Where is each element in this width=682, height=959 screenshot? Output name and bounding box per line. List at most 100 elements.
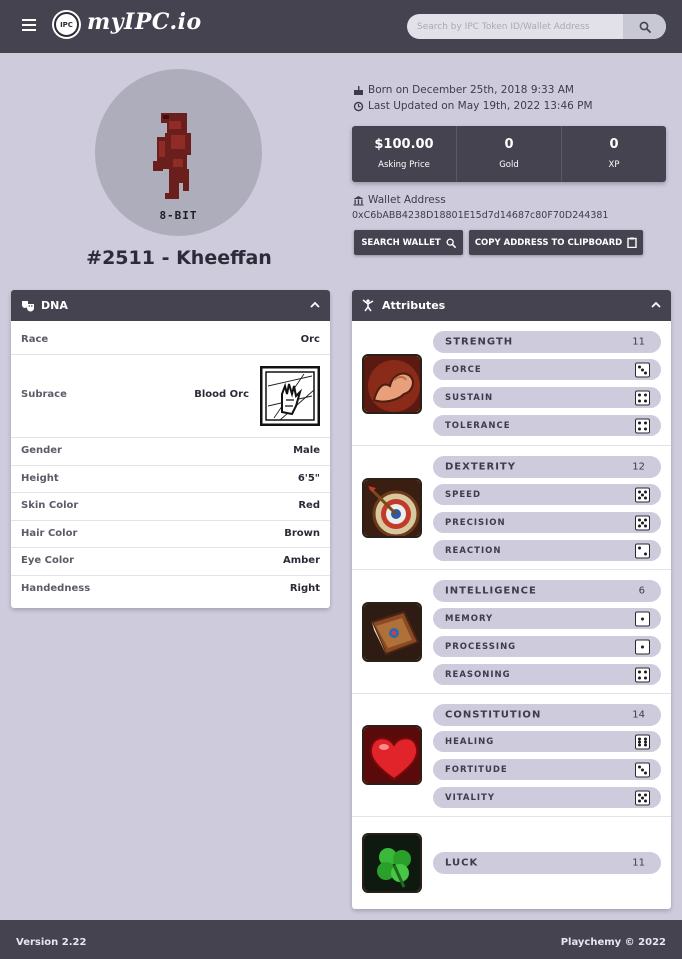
- dna-key: Hair Color: [21, 528, 78, 539]
- attribute-main-pill: INTELLIGENCE 6: [433, 580, 661, 602]
- sub-attribute-force: FORCE: [433, 359, 661, 380]
- born-line: Born on December 25th, 2018 9:33 AM: [353, 84, 574, 96]
- attribute-value: 11: [632, 857, 645, 869]
- sub-attribute-speed: SPEED: [433, 484, 661, 505]
- die-one-icon: [635, 611, 650, 626]
- logo-badge-icon[interactable]: IPC: [54, 12, 79, 37]
- top-bar: IPC myIPC.io: [0, 0, 682, 53]
- search-wallet-button[interactable]: SEARCH WALLET: [354, 230, 463, 255]
- stat-label: Gold: [499, 160, 519, 170]
- attribute-main-pill: CONSTITUTION 14: [433, 704, 661, 726]
- attribute-constitution: CONSTITUTION 14 HEALING FORTITUDE VITALIT…: [352, 694, 671, 817]
- attribute-luck: LUCK 11: [352, 817, 671, 909]
- bank-icon: [353, 195, 364, 205]
- attributes-panel-header[interactable]: Attributes: [352, 290, 671, 321]
- dna-key: Subrace: [21, 389, 67, 400]
- search-wallet-label: SEARCH WALLET: [361, 237, 441, 248]
- attribute-main-pill: STRENGTH 11: [433, 331, 661, 353]
- sub-attribute-name: TOLERANCE: [445, 420, 511, 431]
- archery-target-icon: [362, 478, 422, 538]
- dna-key: Handedness: [21, 583, 91, 594]
- dna-value: Male: [293, 445, 320, 456]
- dna-value: Right: [289, 583, 320, 594]
- ipc-avatar: 8-BIT: [95, 69, 262, 236]
- search-button[interactable]: [623, 14, 666, 39]
- sub-attribute-memory: MEMORY: [433, 608, 661, 629]
- sub-attribute-name: VITALITY: [445, 792, 495, 803]
- dna-value: Red: [298, 500, 320, 511]
- attribute-intelligence: INTELLIGENCE 6 MEMORY PROCESSING REASONIN…: [352, 570, 671, 694]
- copy-address-label: COPY ADDRESS TO CLIPBOARD: [474, 237, 623, 248]
- attribute-name: LUCK: [445, 857, 479, 869]
- dna-row-height: Height 6'5": [11, 466, 330, 493]
- dna-row-handedness: Handedness Right: [11, 576, 330, 604]
- footer: Version 2.22 Playchemy © 2022: [0, 920, 682, 959]
- die-six-icon: [635, 734, 650, 749]
- attribute-name: STRENGTH: [445, 336, 514, 348]
- chevron-up-icon[interactable]: [310, 301, 320, 308]
- ipc-name: #2511 - Kheeffan: [86, 247, 272, 269]
- wallet-label: Wallet Address: [368, 194, 446, 206]
- die-two-icon: [635, 543, 650, 558]
- search-input[interactable]: [407, 14, 623, 39]
- die-four-icon: [635, 667, 650, 682]
- wallet-address: 0xC6bABB4238D18801E15d7d14687c80F70D2443…: [352, 210, 609, 221]
- dna-key: Race: [21, 334, 49, 345]
- blood-orc-emblem-icon: [260, 366, 320, 426]
- dna-value: Amber: [282, 555, 320, 566]
- sub-attribute-name: HEALING: [445, 736, 495, 747]
- updated-text: Last Updated on May 19th, 2022 13:46 PM: [368, 100, 593, 112]
- dna-key: Skin Color: [21, 500, 79, 511]
- copy-address-button[interactable]: COPY ADDRESS TO CLIPBOARD: [469, 230, 643, 255]
- flexed-arm-icon: [362, 354, 422, 414]
- sub-attribute-name: PRECISION: [445, 517, 506, 528]
- logo-text[interactable]: myIPC.io: [87, 9, 202, 35]
- dna-key: Gender: [21, 445, 62, 456]
- menu-icon[interactable]: [22, 19, 36, 31]
- sub-attribute-fortitude: FORTITUDE: [433, 759, 661, 780]
- die-five-icon: [635, 487, 650, 502]
- stat-gold: 0 Gold: [456, 126, 561, 182]
- die-four-icon: [635, 418, 650, 433]
- stat-label: XP: [608, 160, 620, 170]
- dna-panel-header[interactable]: DNA: [11, 290, 330, 321]
- sub-attribute-reaction: REACTION: [433, 540, 661, 561]
- sub-attribute-vitality: VITALITY: [433, 787, 661, 808]
- sub-attribute-healing: HEALING: [433, 731, 661, 752]
- attribute-value: 12: [632, 461, 645, 473]
- dancer-icon: [362, 299, 374, 312]
- stat-value: 0: [504, 137, 514, 152]
- attributes-panel: Attributes STRENGTH 11 FORCE SUSTAIN TOLE…: [352, 290, 671, 909]
- sub-attribute-name: SUSTAIN: [445, 392, 494, 403]
- search-bar: [407, 14, 666, 39]
- dna-panel: DNA Race Orc Subrace Blood Orc Gender Ma…: [11, 290, 330, 608]
- attribute-dexterity: DEXTERITY 12 SPEED PRECISION REACTION: [352, 446, 671, 570]
- version-text: Version 2.22: [16, 937, 87, 948]
- attribute-main-pill: DEXTERITY 12: [433, 456, 661, 478]
- attribute-main-pill: LUCK 11: [433, 852, 661, 874]
- dna-value: 6'5": [297, 473, 320, 484]
- die-three-icon: [635, 762, 650, 777]
- sub-attribute-name: MEMORY: [445, 613, 494, 624]
- chevron-up-icon[interactable]: [651, 301, 661, 308]
- attribute-name: CONSTITUTION: [445, 709, 542, 721]
- sub-attribute-reasoning: REASONING: [433, 664, 661, 685]
- spell-book-icon: [362, 602, 422, 662]
- dna-value: Blood Orc: [194, 389, 249, 400]
- heart-icon: [362, 725, 422, 785]
- dna-row-hair-color: Hair Color Brown: [11, 521, 330, 548]
- attribute-name: DEXTERITY: [445, 461, 516, 473]
- logo-badge-text: IPC: [60, 20, 73, 29]
- sub-attribute-name: REACTION: [445, 545, 502, 556]
- attribute-value: 11: [632, 336, 645, 348]
- dna-row-subrace: Subrace Blood Orc: [11, 355, 330, 438]
- die-one-icon: [635, 639, 650, 654]
- dna-value: Brown: [284, 528, 320, 539]
- dna-row-gender: Gender Male: [11, 438, 330, 466]
- die-three-icon: [635, 362, 650, 377]
- stat-label: Asking Price: [378, 160, 430, 170]
- history-icon: [353, 101, 364, 111]
- sub-attribute-name: SPEED: [445, 489, 482, 500]
- dna-key: Eye Color: [21, 555, 75, 566]
- sub-attribute-name: REASONING: [445, 669, 511, 680]
